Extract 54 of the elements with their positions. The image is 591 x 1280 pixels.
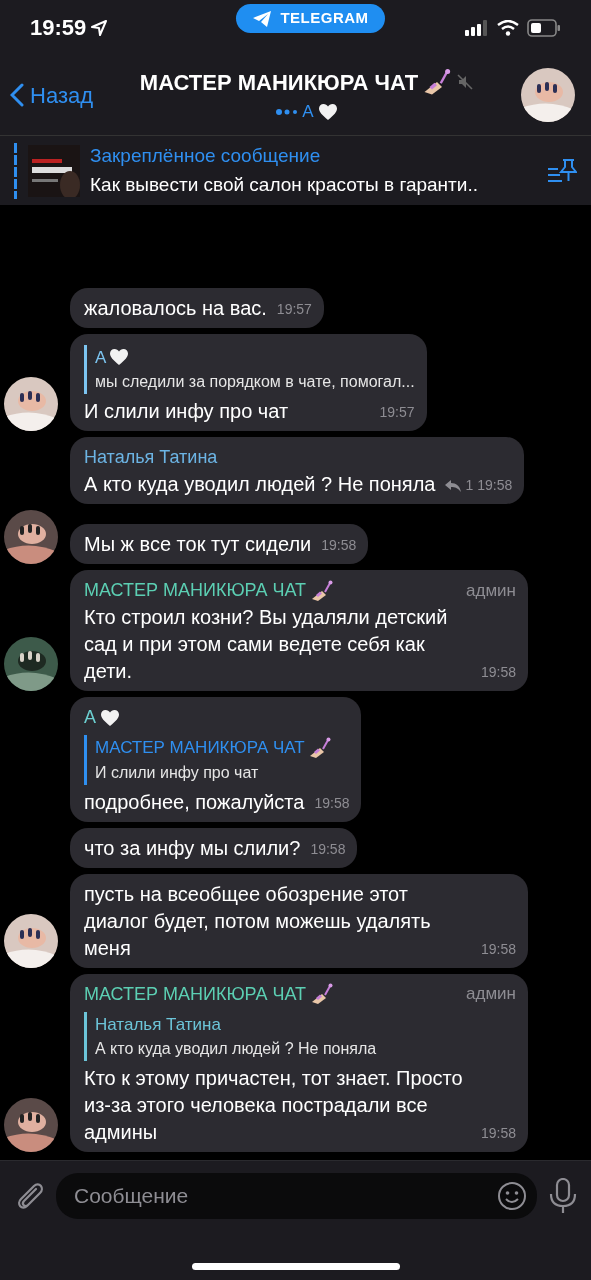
- role-label: админ: [465, 983, 516, 1006]
- message-time: 19:58: [480, 663, 516, 682]
- pinned-text: Как вывести свой салон красоты в гаранти..: [90, 172, 479, 197]
- reply-arrow-icon: [445, 479, 462, 492]
- message-text: А кто куда уводил людей ? Не поняла: [84, 472, 436, 497]
- message-text: Кто строил козни? Вы удаляли детский сад и при этом сами ведете себя как дети.: [84, 605, 449, 684]
- message-time: 19:58: [480, 939, 516, 959]
- paper-plane-icon: [252, 9, 273, 28]
- reply-quote[interactable]: Наталья Татина А кто куда уводил людей ? Не поняла: [84, 1011, 516, 1061]
- reply-text: мы следили за порядком в чате, помогал...: [95, 372, 415, 392]
- typing-user: А: [302, 100, 314, 123]
- message-text: Кто к этому причастен, тот знает. Просто из-за этого человека пострадали все админы: [84, 1066, 464, 1145]
- reply-author: Наталья Татина: [95, 1013, 221, 1036]
- typing-dots-icon: [276, 107, 299, 116]
- reply-author: МАСТЕР МАНИКЮРА ЧАТ: [95, 737, 305, 759]
- reply-author: А: [95, 346, 107, 369]
- signal-icon: [465, 19, 489, 36]
- message-text: что за инфу мы слили?: [84, 835, 301, 861]
- pin-position-indicator-icon: [14, 142, 18, 199]
- back-chevron-icon: [10, 83, 24, 107]
- emoji-icon[interactable]: [497, 1181, 527, 1211]
- sender-name: А: [84, 706, 96, 729]
- message-time: 19:58: [314, 793, 350, 813]
- message-time: 19:58: [321, 536, 357, 555]
- reply-quote[interactable]: МАСТЕР МАНИКЮРА ЧАТ И слили инфу про чат: [84, 735, 350, 785]
- message-time: 19:58: [480, 1124, 516, 1143]
- chat-title: МАСТЕР МАНИКЮРА ЧАТ: [139, 68, 419, 97]
- reply-text: И слили инфу про чат: [95, 762, 260, 783]
- sender-name: Наталья Татина: [84, 446, 218, 469]
- sender-name: МАСТЕР МАНИКЮРА ЧАТ: [84, 579, 307, 602]
- pinned-title: Закреплённое сообщение: [90, 144, 322, 168]
- message-time: 19:57: [379, 403, 415, 422]
- reply-text: А кто куда уводил людей ? Не поняла: [95, 1039, 378, 1059]
- back-link[interactable]: Назад: [10, 78, 94, 112]
- wifi-icon: [497, 19, 519, 36]
- clock-time: 19:59: [30, 14, 87, 42]
- battery-icon: [527, 18, 561, 37]
- message-text: подробнее, пожалуйста: [84, 789, 305, 815]
- microphone-icon[interactable]: [549, 1178, 577, 1214]
- reply-quote[interactable]: А мы следили за порядком в чате, помогал...: [84, 344, 415, 394]
- pinned-list-icon: [547, 156, 577, 185]
- message-text: жаловалось на вас.: [84, 295, 267, 321]
- pinned-bar[interactable]: Закреплённое сообщение Как вывести свой салон красоты в гаранти..: [0, 135, 591, 205]
- role-label: админ: [465, 579, 516, 602]
- message-text: И слили инфу про чат: [84, 399, 289, 424]
- message-time: 19:57: [276, 299, 312, 319]
- message-time: 19:58: [477, 476, 513, 495]
- message-text: Мы ж все ток тут сидели: [84, 532, 312, 557]
- message-time: 19:58: [310, 839, 346, 859]
- location-arrow-icon: [90, 18, 109, 37]
- message-text: пусть на всеобщее обозрение этот диалог будет, потом можешь удалять меня: [84, 881, 432, 961]
- reply-count: 1: [465, 476, 474, 495]
- sender-name: МАСТЕР МАНИКЮРА ЧАТ: [84, 982, 307, 1006]
- message-field[interactable]: Сообщение: [56, 1173, 537, 1219]
